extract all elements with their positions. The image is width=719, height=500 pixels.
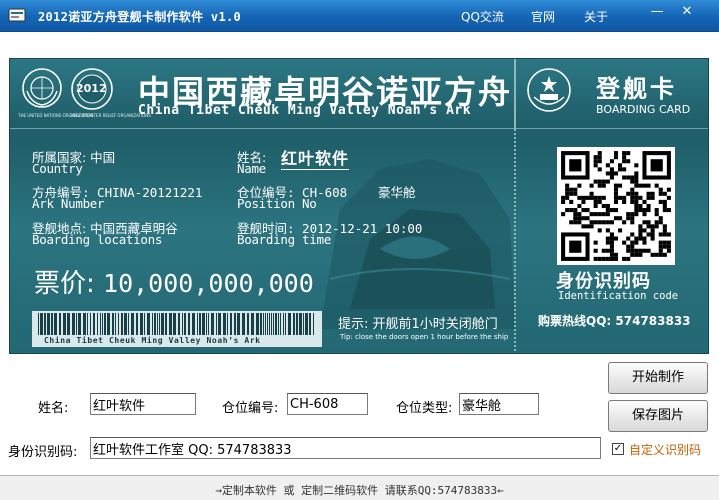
start-create-button[interactable]: 开始制作 bbox=[608, 362, 708, 394]
boarding-card: 2012 THE UNITED NATIONS ORGANIZATION 201… bbox=[9, 58, 709, 354]
menu-about[interactable]: 关于 bbox=[584, 8, 608, 25]
menu-qq-exchange[interactable]: QQ交流 bbox=[461, 8, 504, 25]
status-text: →定制本软件 或 定制二维码软件 请联系QQ:574783833← bbox=[215, 484, 504, 497]
header-divider bbox=[514, 59, 516, 129]
custom-id-checkbox[interactable]: ✓ bbox=[612, 443, 624, 455]
boarding-location-label-en: Boarding locations bbox=[32, 232, 163, 247]
un-seal-icon bbox=[22, 68, 62, 108]
position-type: 豪华舱 bbox=[378, 185, 416, 200]
price-value: 10,000,000,000 bbox=[103, 269, 314, 298]
custom-id-label[interactable]: 自定义识别码 bbox=[629, 441, 701, 458]
boarding-card-title-en: BOARDING CARD bbox=[596, 103, 691, 116]
ticket-hotline: 购票热线QQ: 574783833 bbox=[538, 314, 691, 328]
minimize-icon[interactable]: — bbox=[646, 3, 668, 21]
app-icon bbox=[8, 8, 26, 22]
title-bar[interactable]: 2012诺亚方舟登舰卡制作软件 v1.0 QQ交流 官网 关于 — ✕ bbox=[0, 0, 719, 32]
menu-official-site[interactable]: 官网 bbox=[531, 8, 555, 25]
save-image-button[interactable]: 保存图片 bbox=[608, 400, 708, 432]
id-field-label: 身份识别码: bbox=[8, 445, 78, 460]
position-input[interactable] bbox=[287, 393, 368, 415]
tip-cn: 提示: 开舰前1小时关闭舱门 bbox=[338, 317, 498, 332]
boarding-card-title-cn: 登舰卡 bbox=[596, 75, 677, 103]
tip-en: Tip: close the doors open 1 hour before … bbox=[340, 333, 509, 341]
type-field-label: 仓位类型: bbox=[396, 401, 453, 416]
name-input[interactable] bbox=[90, 393, 196, 415]
country-label-en: Country bbox=[32, 161, 83, 176]
ticket-price: 票价: 10,000,000,000 bbox=[34, 263, 314, 300]
position-field-label: 仓位编号: bbox=[222, 401, 279, 416]
stub-divider bbox=[514, 129, 516, 353]
status-bar: →定制本软件 或 定制二维码软件 请联系QQ:574783833← bbox=[0, 475, 719, 500]
window-title: 2012诺亚方舟登舰卡制作软件 v1.0 bbox=[38, 10, 242, 24]
name-label-en: Name bbox=[237, 161, 266, 176]
type-input[interactable] bbox=[459, 393, 539, 415]
ticket-name-value: 红叶软件 bbox=[281, 145, 350, 170]
boarding-time-label-en: Boarding time bbox=[237, 232, 331, 247]
id-code-label-en: Identification code bbox=[558, 290, 679, 302]
position-label-en: Position No bbox=[237, 196, 317, 211]
logo-2012-text: 2012 bbox=[76, 82, 107, 95]
national-emblem-icon bbox=[527, 68, 571, 112]
qr-code bbox=[557, 147, 675, 265]
ticket-title-en: China Tibet Cheuk Ming Valley Noah’s Ark bbox=[138, 103, 472, 118]
name-field-label: 姓名: bbox=[38, 401, 69, 416]
ark-number-label-en: Ark Number bbox=[32, 196, 105, 211]
barcode-caption: China Tibet Cheuk Ming Valley Noah’s Ark bbox=[44, 336, 261, 345]
id-code-input[interactable] bbox=[90, 437, 601, 459]
price-label: 票价: bbox=[34, 269, 95, 299]
close-icon[interactable]: ✕ bbox=[676, 3, 698, 21]
